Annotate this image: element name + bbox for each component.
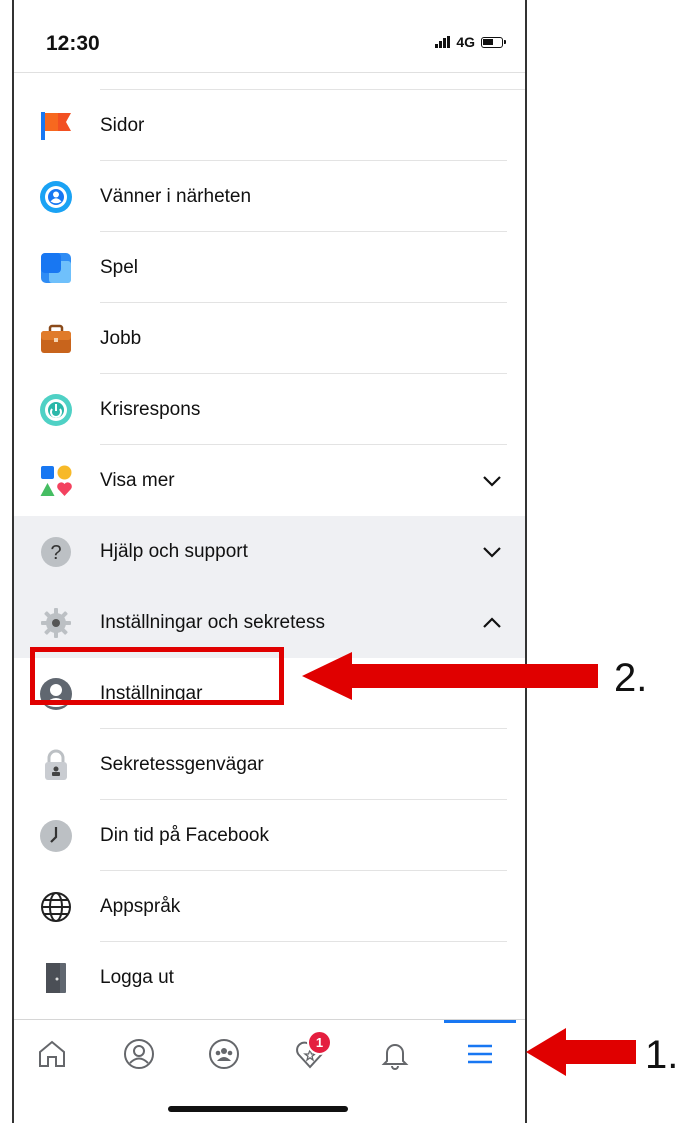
menu-item-games[interactable]: Spel bbox=[14, 232, 525, 303]
question-icon: ? bbox=[41, 536, 71, 567]
menu-item-app-language[interactable]: Appspråk bbox=[14, 871, 525, 942]
menu-item-label: Krisrespons bbox=[100, 398, 201, 420]
annotation-arrow-2 bbox=[302, 652, 598, 700]
menu-item-label: Visa mer bbox=[100, 469, 175, 491]
bottom-tab-bar: 1 bbox=[14, 1019, 525, 1086]
active-tab-indicator bbox=[444, 1020, 516, 1023]
tab-profile[interactable] bbox=[113, 1028, 165, 1080]
clock-icon bbox=[40, 819, 72, 852]
status-time: 12:30 bbox=[46, 32, 100, 55]
menu-item-your-time[interactable]: Din tid på Facebook bbox=[14, 800, 525, 871]
signal-icon bbox=[435, 36, 451, 48]
network-type: 4G bbox=[456, 34, 475, 50]
door-icon bbox=[46, 962, 66, 993]
phone-screen: 12:30 4G Sidor Vänner i närheten Spel Jo… bbox=[12, 0, 527, 1123]
notification-badge: 1 bbox=[307, 1030, 332, 1055]
chevron-down-icon bbox=[483, 475, 501, 487]
menu-item-label: Vänner i närheten bbox=[100, 185, 252, 207]
tab-notifications[interactable] bbox=[369, 1028, 421, 1080]
menu-list: Sidor Vänner i närheten Spel Jobb Krisre… bbox=[14, 72, 525, 1013]
home-indicator[interactable] bbox=[168, 1106, 348, 1112]
annotation-arrow-1 bbox=[526, 1028, 636, 1076]
menu-item-help-support[interactable]: ? Hjälp och support bbox=[14, 516, 525, 587]
svg-text:?: ? bbox=[50, 542, 61, 564]
tab-groups[interactable] bbox=[198, 1028, 250, 1080]
chevron-up-icon bbox=[483, 616, 501, 628]
menu-item-crisis-response[interactable]: Krisrespons bbox=[14, 374, 525, 445]
menu-icon bbox=[468, 1044, 492, 1064]
tab-menu[interactable] bbox=[444, 1020, 516, 1080]
highlight-box-settings bbox=[30, 647, 284, 705]
briefcase-icon bbox=[41, 324, 71, 353]
profile-icon bbox=[124, 1039, 154, 1069]
menu-item-label: Spel bbox=[100, 256, 139, 278]
tab-dating[interactable]: 1 bbox=[284, 1028, 336, 1080]
status-bar: 12:30 4G bbox=[14, 0, 525, 73]
shapes-icon bbox=[40, 465, 72, 496]
menu-item-jobs[interactable]: Jobb bbox=[14, 303, 525, 374]
menu-item-log-out[interactable]: Logga ut bbox=[14, 942, 525, 1013]
crisis-response-icon bbox=[40, 393, 72, 426]
menu-item-label: Inställningar och sekretess bbox=[100, 611, 325, 633]
gear-icon bbox=[41, 607, 71, 638]
annotation-label-2: 2. bbox=[614, 656, 648, 700]
flag-icon bbox=[41, 111, 71, 140]
menu-item-label: Sekretessgenvägar bbox=[100, 753, 264, 775]
battery-icon bbox=[481, 36, 506, 48]
menu-item-privacy-shortcuts[interactable]: Sekretessgenvägar bbox=[14, 729, 525, 800]
previous-item-edge bbox=[100, 72, 525, 90]
lock-icon bbox=[45, 749, 67, 780]
menu-item-pages[interactable]: Sidor bbox=[14, 90, 525, 161]
nearby-friends-icon bbox=[40, 180, 72, 213]
groups-icon bbox=[209, 1039, 239, 1069]
globe-icon bbox=[41, 891, 71, 922]
home-icon bbox=[39, 1040, 65, 1067]
menu-item-label: Sidor bbox=[100, 114, 145, 136]
menu-item-nearby-friends[interactable]: Vänner i närheten bbox=[14, 161, 525, 232]
menu-item-label: Hjälp och support bbox=[100, 540, 248, 562]
menu-item-label: Jobb bbox=[100, 327, 142, 349]
menu-item-label: Din tid på Facebook bbox=[100, 824, 269, 846]
chevron-down-icon bbox=[483, 546, 501, 558]
bell-icon bbox=[381, 1044, 409, 1070]
menu-item-label: Appspråk bbox=[100, 895, 181, 917]
games-icon bbox=[41, 252, 71, 283]
menu-item-see-more[interactable]: Visa mer bbox=[14, 445, 525, 516]
tab-home[interactable] bbox=[26, 1028, 78, 1080]
annotation-label-1: 1. bbox=[645, 1033, 679, 1077]
menu-item-label: Logga ut bbox=[100, 966, 174, 988]
status-indicators: 4G bbox=[435, 34, 506, 50]
